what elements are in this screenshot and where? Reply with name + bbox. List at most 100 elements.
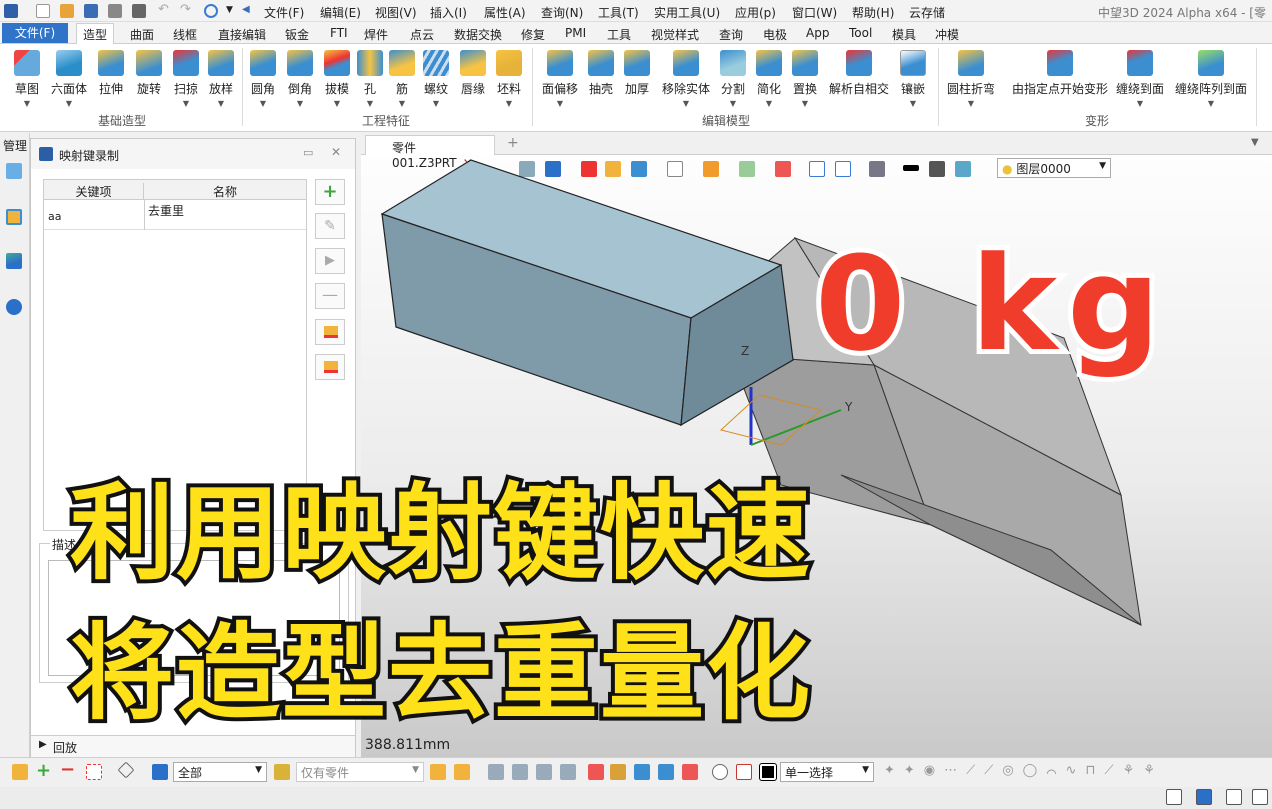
menu-view[interactable]: 视图(V) xyxy=(375,4,417,21)
magnet-icon[interactable] xyxy=(736,764,752,780)
select-icon[interactable] xyxy=(12,764,28,780)
edge-filter-icon[interactable] xyxy=(512,764,528,780)
edit-button[interactable]: ✎ xyxy=(315,213,345,239)
menu-window[interactable]: 窗口(W) xyxy=(792,4,837,21)
vertex-filter-icon[interactable] xyxy=(488,764,504,780)
add-icon[interactable]: + xyxy=(36,760,51,781)
cursor-filter-icon[interactable] xyxy=(588,764,604,780)
column-name[interactable]: 名称 xyxy=(144,183,306,200)
pick-mode-icon-1[interactable] xyxy=(430,764,446,780)
import-button[interactable] xyxy=(315,319,345,345)
layout-icon-1[interactable] xyxy=(1166,789,1182,805)
split-button[interactable]: 分割 ▼ xyxy=(718,50,748,108)
chamfer-button[interactable]: 倒角 ▼ xyxy=(285,50,315,108)
snap-icons[interactable]: ✦✦◉⋯⟋⟋◎◯⌒∿⊓⟋⚘⚘ xyxy=(884,763,1164,778)
hexahedron-button[interactable]: 六面体 ▼ xyxy=(50,50,88,108)
deform-from-point-button[interactable]: 由指定点开始变形 xyxy=(1005,50,1115,97)
select-mode-combo[interactable]: 单一选择 ▼ xyxy=(780,762,874,782)
save-icon[interactable] xyxy=(84,4,98,18)
close-icon[interactable]: ✕ xyxy=(331,145,341,159)
user-icon[interactable] xyxy=(6,299,22,315)
box-select-icon[interactable] xyxy=(86,764,102,780)
collapse-arrow-icon[interactable]: ◀ xyxy=(242,4,256,18)
delete-button[interactable]: — xyxy=(315,283,345,309)
rebuild-icon[interactable] xyxy=(204,4,218,18)
tab-data-exchange[interactable]: 数据交换 xyxy=(454,26,502,43)
tab-wireframe[interactable]: 线框 xyxy=(173,26,197,43)
view-manager-icon[interactable] xyxy=(6,253,22,269)
history-tree-icon[interactable] xyxy=(6,163,22,179)
tab-list-icon[interactable]: ▼ xyxy=(1251,137,1259,148)
tab-modeling[interactable]: 造型 xyxy=(76,23,115,44)
shell-button[interactable]: 抽壳 xyxy=(586,50,616,97)
part-icon[interactable] xyxy=(6,209,22,225)
document-tab[interactable]: 零件001.Z3PRT✕ xyxy=(365,135,495,170)
hole-button[interactable]: 孔 ▼ xyxy=(357,50,383,108)
menu-attributes[interactable]: 属性(A) xyxy=(484,4,526,21)
body-filter-icon[interactable] xyxy=(560,764,576,780)
tab-direct-edit[interactable]: 直接编辑 xyxy=(218,26,266,43)
quick-access-dropdown-icon[interactable]: ▼ xyxy=(226,5,240,19)
tab-weldment[interactable]: 焊件 xyxy=(364,26,388,43)
wrap-to-face-button[interactable]: 缠绕到面 ▼ xyxy=(1114,50,1166,108)
tab-point-cloud[interactable]: 点云 xyxy=(410,26,434,43)
export-button[interactable] xyxy=(315,354,345,380)
clock-icon[interactable] xyxy=(712,764,728,780)
draft-button[interactable]: 拔模 ▼ xyxy=(322,50,352,108)
revolve-button[interactable]: 旋转 xyxy=(132,50,166,97)
open-file-icon[interactable] xyxy=(60,4,74,18)
layout-icon-4[interactable] xyxy=(1252,789,1268,805)
pin-icon[interactable]: ▭ xyxy=(303,146,313,159)
list-icon[interactable] xyxy=(610,764,626,780)
tab-electrode[interactable]: 电极 xyxy=(763,26,787,43)
tab-visual-style[interactable]: 视觉样式 xyxy=(651,26,699,43)
cylinder-bend-button[interactable]: 圆柱折弯 ▼ xyxy=(944,50,998,108)
rib-button[interactable]: 筋 ▼ xyxy=(389,50,415,108)
pick-mode-icon-2[interactable] xyxy=(454,764,470,780)
menu-file[interactable]: 文件(F) xyxy=(264,4,304,21)
menu-query[interactable]: 查询(N) xyxy=(541,4,583,21)
face-filter-icon[interactable] xyxy=(536,764,552,780)
filter-all-combo[interactable]: 全部 ▼ xyxy=(173,762,267,782)
inlay-button[interactable]: 镶嵌 ▼ xyxy=(898,50,928,108)
new-tab-icon[interactable]: + xyxy=(507,135,519,151)
tab-tools[interactable]: 工具 xyxy=(607,26,631,43)
thicken-button[interactable]: 加厚 xyxy=(622,50,652,97)
menu-utilities[interactable]: 实用工具(U) xyxy=(654,4,720,21)
menu-apps[interactable]: 应用(p) xyxy=(735,4,776,21)
face-offset-button[interactable]: 面偏移 ▼ xyxy=(540,50,580,108)
wrap-pattern-to-face-button[interactable]: 缠绕阵列到面 ▼ xyxy=(1172,50,1250,108)
table-row[interactable]: aa 去重里 xyxy=(44,200,306,230)
image-icon[interactable] xyxy=(634,764,650,780)
layout-icon-2[interactable] xyxy=(1196,789,1212,805)
menu-insert[interactable]: 插入(I) xyxy=(430,4,467,21)
tab-mold[interactable]: 模具 xyxy=(892,26,916,43)
tab-fti[interactable]: FTI xyxy=(330,26,348,40)
filter-type-icon[interactable] xyxy=(152,764,168,780)
simplify-button[interactable]: 简化 ▼ xyxy=(754,50,784,108)
tab-repair[interactable]: 修复 xyxy=(521,26,545,43)
tab-pmi[interactable]: PMI xyxy=(565,26,586,40)
remove-solid-button[interactable]: 移除实体 ▼ xyxy=(660,50,712,108)
print-icon[interactable] xyxy=(108,4,122,18)
tab-query[interactable]: 查询 xyxy=(719,26,743,43)
column-key[interactable]: 关键项 xyxy=(44,183,144,200)
solid-box[interactable] xyxy=(380,159,794,427)
tab-die[interactable]: 冲模 xyxy=(935,26,959,43)
replace-button[interactable]: 置换 ▼ xyxy=(790,50,820,108)
settings-icon[interactable] xyxy=(682,764,698,780)
file-tab[interactable]: 文件(F) xyxy=(2,23,68,43)
part-filter-combo[interactable]: 仅有零件 ▼ xyxy=(296,762,424,782)
stock-button[interactable]: 坯料 ▼ xyxy=(493,50,525,108)
add-button[interactable]: + xyxy=(315,179,345,205)
fillet-button[interactable]: 圆角 ▼ xyxy=(248,50,278,108)
tab-app[interactable]: App xyxy=(806,26,829,40)
remove-icon[interactable]: − xyxy=(60,759,75,780)
sketch-button[interactable]: 草图 ▼ xyxy=(10,50,44,108)
menu-tools[interactable]: 工具(T) xyxy=(598,4,639,21)
menu-cloud[interactable]: 云存储 xyxy=(909,4,945,21)
layout-icon-3[interactable] xyxy=(1226,789,1242,805)
loft-button[interactable]: 放样 ▼ xyxy=(204,50,238,108)
play-button[interactable]: ▶ xyxy=(315,248,345,274)
tab-sheetmetal[interactable]: 钣金 xyxy=(285,26,309,43)
